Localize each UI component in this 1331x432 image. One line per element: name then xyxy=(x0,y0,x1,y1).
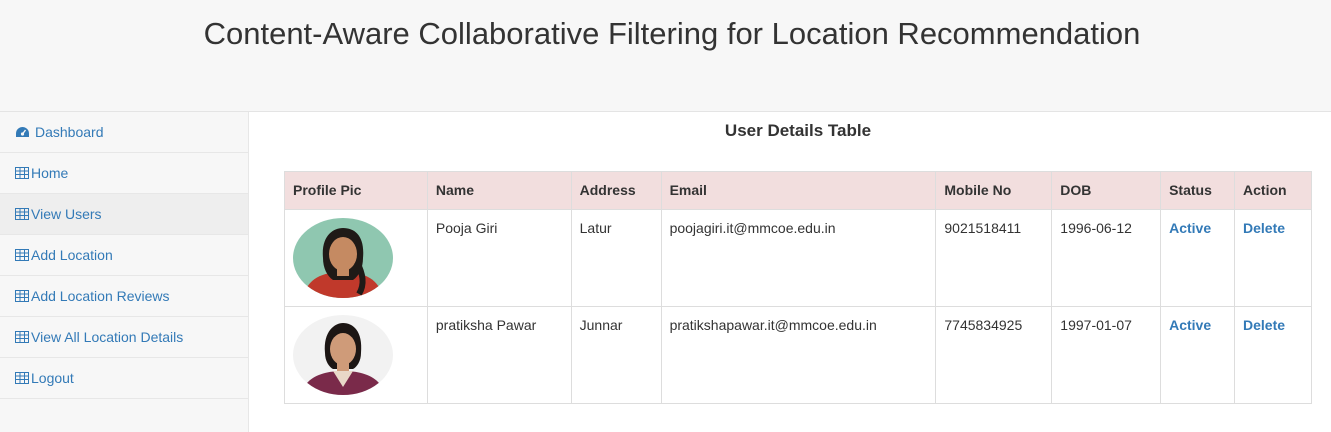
column-header: Action xyxy=(1234,171,1312,210)
dob-cell: 1997-01-07 xyxy=(1051,306,1162,404)
action-cell: Delete xyxy=(1234,306,1312,404)
column-header: Profile Pic xyxy=(284,171,428,210)
sidebar-item-view-all-location-details[interactable]: View All Location Details xyxy=(0,317,248,358)
profile-pic-cell xyxy=(284,209,428,307)
sidebar-item-label: Logout xyxy=(31,370,74,386)
status-cell: Active xyxy=(1160,209,1236,307)
sidebar-item-label: Add Location xyxy=(31,247,113,263)
profile-pic-cell xyxy=(284,306,428,404)
sidebar-item-view-users[interactable]: View Users xyxy=(0,194,248,235)
column-header: Mobile No xyxy=(935,171,1053,210)
main-content: User Details Table Profile Pic Name Addr… xyxy=(249,112,1331,432)
sidebar-item-label: View All Location Details xyxy=(31,329,184,345)
sidebar-item-label: View Users xyxy=(31,206,102,222)
table-icon xyxy=(15,330,31,344)
sidebar-item-label: Dashboard xyxy=(35,124,104,140)
table-row: Pooja Giri Latur poojagiri.it@mmcoe.edu.… xyxy=(284,209,1312,307)
sidebar-item-logout[interactable]: Logout xyxy=(0,358,248,399)
page-title: Content-Aware Collaborative Filtering fo… xyxy=(203,16,1141,51)
sidebar-item-label: Add Location Reviews xyxy=(31,288,170,304)
table-icon xyxy=(15,248,31,262)
column-header: Email xyxy=(660,171,937,210)
column-header: Status xyxy=(1160,171,1236,210)
sidebar-item-add-location-reviews[interactable]: Add Location Reviews xyxy=(0,276,248,317)
column-header: DOB xyxy=(1051,171,1162,210)
status-cell: Active xyxy=(1160,306,1236,404)
status-link[interactable]: Active xyxy=(1169,220,1211,236)
email-cell: pratikshapawar.it@mmcoe.edu.in xyxy=(660,306,937,404)
avatar xyxy=(293,218,393,298)
sidebar: Dashboard Home View Users Add Location A… xyxy=(0,112,249,432)
mobile-cell: 7745834925 xyxy=(935,306,1053,404)
table-header-row: Profile Pic Name Address Email Mobile No… xyxy=(284,171,1312,210)
avatar xyxy=(293,315,393,395)
section-title: User Details Table xyxy=(724,121,872,140)
dashboard-icon xyxy=(15,125,31,139)
sidebar-item-dashboard[interactable]: Dashboard xyxy=(0,112,248,153)
page-header: Content-Aware Collaborative Filtering fo… xyxy=(0,0,1331,112)
status-link[interactable]: Active xyxy=(1169,317,1211,333)
column-header: Address xyxy=(570,171,662,210)
sidebar-item-add-location[interactable]: Add Location xyxy=(0,235,248,276)
dob-cell: 1996-06-12 xyxy=(1051,209,1162,307)
address-cell: Latur xyxy=(570,209,662,307)
delete-link[interactable]: Delete xyxy=(1243,317,1285,333)
address-cell: Junnar xyxy=(570,306,662,404)
name-cell: Pooja Giri xyxy=(426,209,572,307)
table-icon xyxy=(15,166,31,180)
action-cell: Delete xyxy=(1234,209,1312,307)
email-cell: poojagiri.it@mmcoe.edu.in xyxy=(660,209,937,307)
name-cell: pratiksha Pawar xyxy=(426,306,572,404)
table-icon xyxy=(15,207,31,221)
delete-link[interactable]: Delete xyxy=(1243,220,1285,236)
mobile-cell: 9021518411 xyxy=(935,209,1053,307)
table-icon xyxy=(15,371,31,385)
user-details-table: Profile Pic Name Address Email Mobile No… xyxy=(284,171,1312,404)
table-row: pratiksha Pawar Junnar pratikshapawar.it… xyxy=(284,306,1312,404)
column-header: Name xyxy=(426,171,572,210)
sidebar-item-label: Home xyxy=(31,165,69,181)
table-icon xyxy=(15,289,31,303)
sidebar-item-home[interactable]: Home xyxy=(0,153,248,194)
